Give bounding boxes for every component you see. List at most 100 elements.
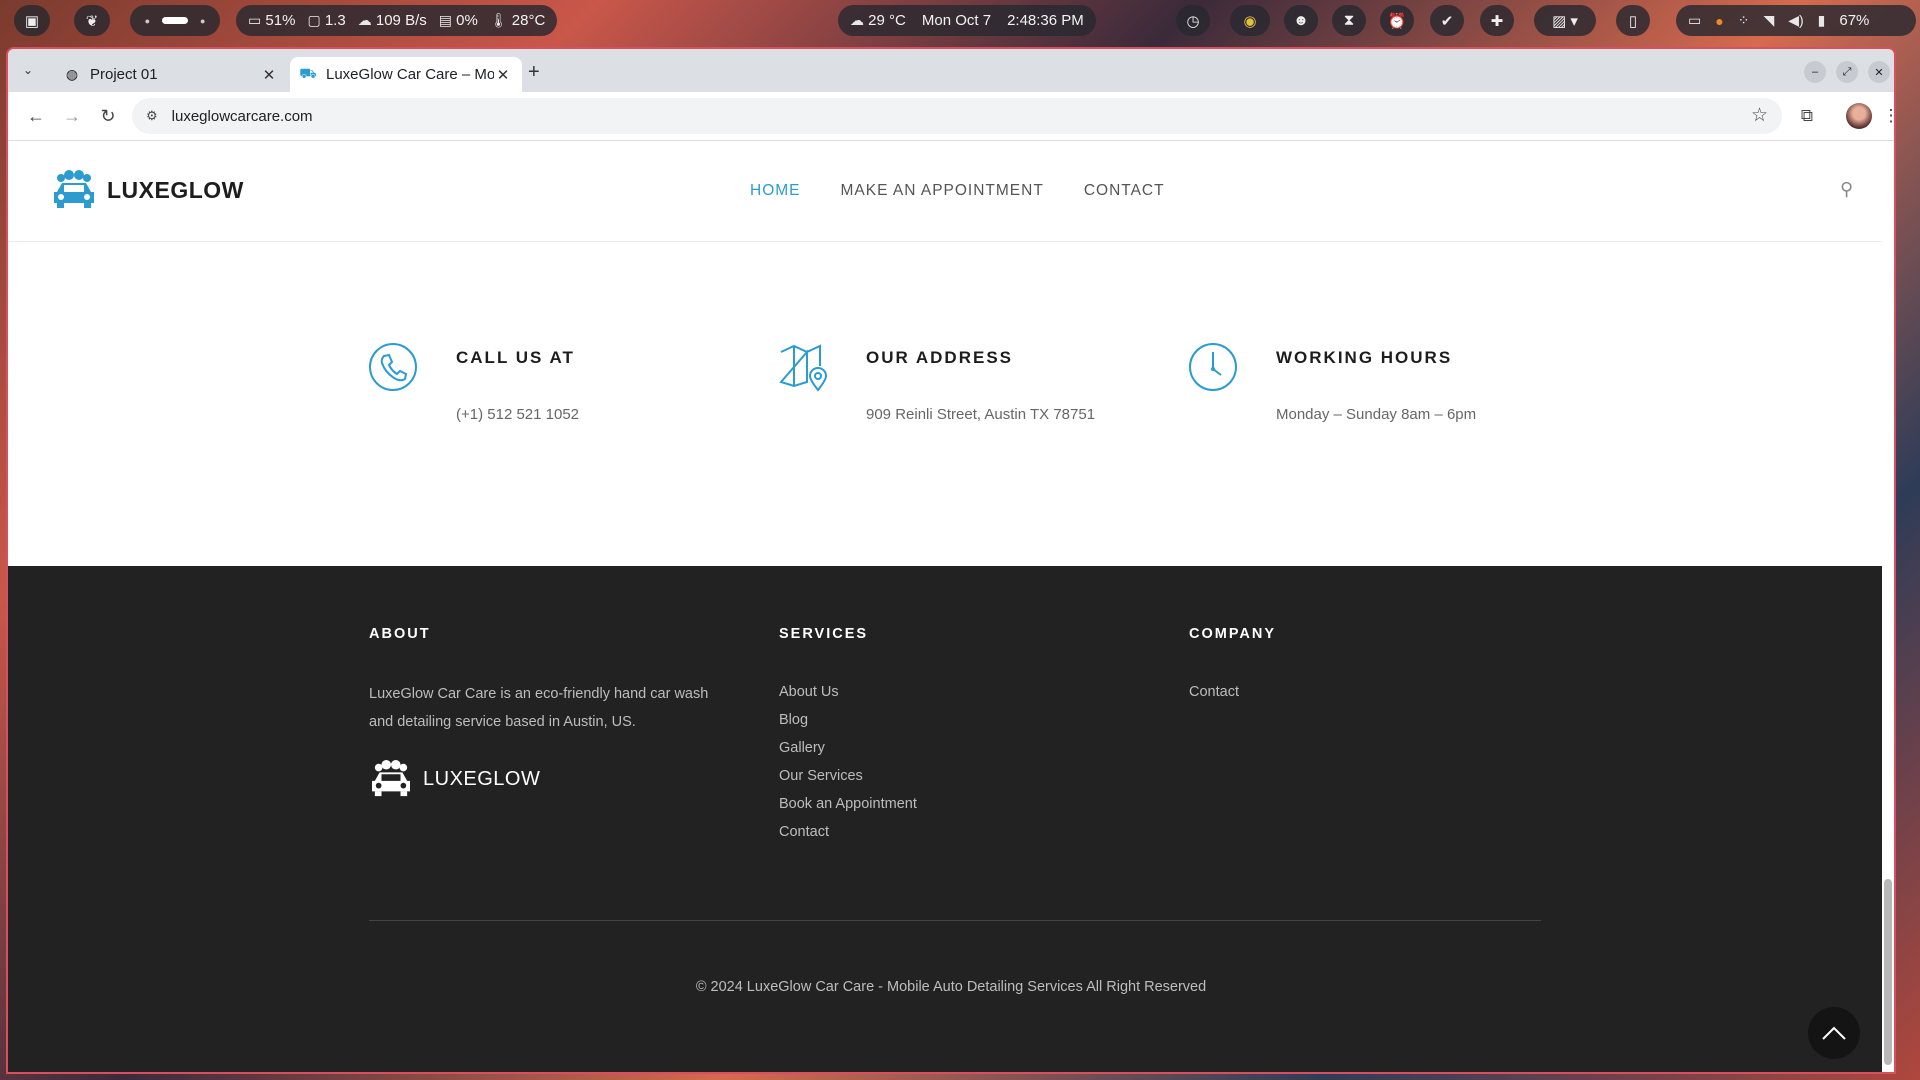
system-stats: ▭ 51% ▢ 1.3 ☁ 109 B/s ▤ 0% 🌡 28°C — [236, 5, 558, 36]
workspace-indicator[interactable]: ● ● — [130, 5, 220, 36]
site-header: LUXEGLOW HOME MAKE AN APPOINTMENT CONTAC… — [8, 142, 1894, 242]
footer-company-list: Contact — [1189, 678, 1276, 706]
footer-brand-name: LUXEGLOW — [423, 767, 541, 790]
browser-window: ⌄ ◍ Project 01 ✕ ⛟ LuxeGlow Car Care – M… — [6, 47, 1896, 1074]
footer-link-contact[interactable]: Contact — [779, 818, 917, 846]
timer-icon[interactable]: ◷ — [1176, 5, 1210, 36]
footer-about: ABOUT LuxeGlow Car Care is an eco-friend… — [369, 626, 729, 798]
site-settings-icon[interactable]: ⚙ — [146, 108, 158, 124]
page-viewport: LUXEGLOW HOME MAKE AN APPOINTMENT CONTAC… — [8, 142, 1894, 1072]
notification-icon: ● — [1715, 12, 1724, 29]
footer-link-book-appointment[interactable]: Book an Appointment — [779, 790, 917, 818]
battery-saver-stat: ▭ 51% — [248, 12, 296, 29]
thermometer-icon: 🌡 — [489, 12, 508, 28]
address-text: 909 Reinli Street, Austin TX 78751 — [866, 406, 1096, 423]
footer-company-title: COMPANY — [1189, 626, 1277, 642]
clock-icon — [1189, 343, 1237, 391]
url-text: luxeglowcarcare.com — [171, 107, 313, 125]
nav-home[interactable]: HOME — [750, 182, 801, 200]
tab-project-01[interactable]: ◍ Project 01 ✕ — [54, 57, 288, 92]
footer-services-title: SERVICES — [779, 626, 869, 642]
footer-link-our-services[interactable]: Our Services — [779, 762, 917, 790]
footer-divider — [369, 920, 1541, 921]
system-bar: ▣ ❦ ● ● ▭ 51% ▢ 1.3 ☁ 109 B/s ▤ 0% 🌡 28°… — [0, 0, 1920, 42]
address-bar[interactable]: ⚙ luxeglowcarcare.com ☆ — [132, 98, 1782, 134]
nav-make-appointment[interactable]: MAKE AN APPOINTMENT — [841, 182, 1044, 200]
site-footer: ABOUT LuxeGlow Car Care is an eco-friend… — [8, 566, 1894, 1072]
browser-toolbar: ← → ↻ ⚙ luxeglowcarcare.com ☆ ⧉ ⋮ — [8, 92, 1894, 141]
forward-icon[interactable]: → — [60, 104, 84, 128]
car-icon: ⛟ — [299, 65, 317, 81]
chip-icon: ▤ — [438, 12, 452, 28]
screenshot-icon[interactable]: ▨ ▾ — [1534, 5, 1596, 36]
brand-name: LUXEGLOW — [107, 176, 244, 203]
site-logo[interactable]: LUXEGLOW — [51, 170, 244, 210]
footer-company: COMPANY Contact — [1189, 626, 1276, 706]
search-icon[interactable]: ⚲ — [1840, 179, 1853, 200]
main-nav: HOME MAKE AN APPOINTMENT CONTACT — [750, 182, 1165, 200]
info-title: WORKING HOURS — [1276, 348, 1453, 367]
footer-about-title: ABOUT — [369, 626, 431, 642]
footer-about-text: LuxeGlow Car Care is an eco-friendly han… — [369, 686, 709, 730]
apps-icon: ⁘ — [1737, 12, 1750, 28]
footer-link-blog[interactable]: Blog — [779, 706, 917, 734]
weather-icon: ☁ — [850, 12, 864, 28]
cast-icon: ▭ — [1688, 12, 1702, 28]
profile-avatar[interactable] — [1846, 103, 1872, 129]
footer-link-company-contact[interactable]: Contact — [1189, 678, 1276, 706]
network-stat: ☁ 109 B/s — [357, 12, 427, 29]
mem-stat: ▤ 0% — [438, 12, 478, 29]
hours-text: Monday – Sunday 8am – 6pm — [1276, 406, 1477, 423]
eye-icon[interactable]: ◉ — [1230, 5, 1270, 36]
globe-icon: ◍ — [65, 66, 79, 82]
status-tray[interactable]: ▭ ● ⁘ ◥ ◀) ▮ 67% — [1676, 5, 1916, 36]
tab-search-dropdown-icon[interactable]: ⌄ — [16, 58, 40, 82]
clipboard-icon[interactable]: ▯ — [1616, 5, 1650, 36]
footer-services-list: About Us Blog Gallery Our Services Book … — [779, 678, 917, 846]
phone-number[interactable]: (+1) 512 521 1052 — [456, 406, 579, 423]
footer-services: SERVICES About Us Blog Gallery Our Servi… — [779, 626, 917, 846]
footer-logo[interactable]: LUXEGLOW — [369, 760, 729, 798]
cloud-icon: ☁ — [357, 12, 372, 28]
info-title: OUR ADDRESS — [866, 348, 1013, 367]
tab-strip: ⌄ ◍ Project 01 ✕ ⛟ LuxeGlow Car Care – M… — [8, 49, 1894, 92]
close-tab-icon[interactable]: ✕ — [494, 66, 512, 84]
clock-widget[interactable]: ☁ 29 °C Mon Oct 7 2:48:36 PM — [838, 5, 1096, 36]
tree-icon[interactable]: ❦ — [74, 5, 110, 36]
chevron-up-icon — [1822, 1026, 1846, 1040]
cpu-stat: ▢ 1.3 — [307, 12, 346, 29]
volume-icon: ◀) — [1788, 12, 1804, 28]
extensions-icon[interactable]: ⧉ — [1794, 103, 1820, 129]
alarm-icon[interactable]: ⏰ — [1380, 5, 1414, 36]
close-tab-icon[interactable]: ✕ — [260, 66, 278, 84]
nav-contact[interactable]: CONTACT — [1084, 182, 1165, 200]
map-pin-icon — [779, 344, 828, 392]
info-title: CALL US AT — [456, 348, 575, 367]
battery-icon: ▭ — [248, 12, 262, 28]
monitor-icon: ▢ — [307, 12, 321, 28]
tab-luxeglow[interactable]: ⛟ LuxeGlow Car Care – Mo ✕ — [290, 57, 522, 92]
wifi-icon: ◥ — [1763, 12, 1775, 28]
more-menu-icon[interactable]: ⋮ — [1883, 103, 1895, 129]
check-icon[interactable]: ✔ — [1430, 5, 1464, 36]
minimize-icon[interactable]: – — [1804, 61, 1826, 83]
face-icon[interactable]: ☻ — [1284, 5, 1318, 36]
copyright-text: © 2024 LuxeGlow Car Care - Mobile Auto D… — [695, 979, 1207, 995]
puzzle-icon[interactable]: ✚ — [1480, 5, 1514, 36]
car-wash-logo-icon — [372, 760, 410, 797]
back-to-top-button[interactable] — [1808, 1007, 1860, 1059]
close-window-icon[interactable]: ✕ — [1868, 61, 1890, 83]
phone-icon — [369, 343, 417, 391]
hourglass-icon[interactable]: ⧗ — [1332, 5, 1366, 36]
reload-icon[interactable]: ↻ — [96, 104, 120, 128]
maximize-icon[interactable]: ⤢ — [1836, 61, 1858, 83]
footer-link-gallery[interactable]: Gallery — [779, 734, 917, 762]
new-tab-icon[interactable]: + — [528, 61, 540, 84]
temp-stat: 🌡 28°C — [489, 12, 546, 29]
bookmark-star-icon[interactable]: ☆ — [1751, 104, 1768, 127]
footer-link-about-us[interactable]: About Us — [779, 678, 917, 706]
launcher-icon[interactable]: ▣ — [14, 5, 50, 36]
car-wash-logo-icon — [54, 170, 94, 208]
back-icon[interactable]: ← — [24, 104, 48, 128]
scrollbar-thumb[interactable] — [1884, 879, 1892, 1065]
